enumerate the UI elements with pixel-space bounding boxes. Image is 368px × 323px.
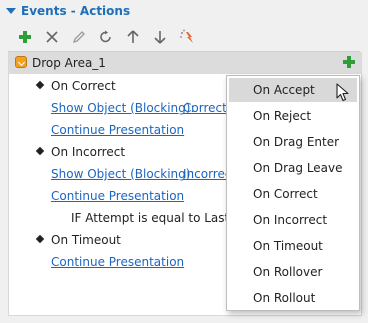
- panel-title: Events - Actions: [21, 4, 131, 18]
- menu-item-on-incorrect[interactable]: On Incorrect: [229, 208, 357, 232]
- panel-header[interactable]: Events - Actions: [0, 0, 368, 24]
- menu-item-label: On Correct: [253, 187, 318, 201]
- menu-item-label: On Incorrect: [253, 213, 328, 227]
- bullet-icon: [35, 146, 45, 156]
- drop-area-label: Drop Area_1: [32, 56, 106, 70]
- menu-item-on-drag-leave[interactable]: On Drag Leave: [229, 156, 357, 180]
- menu-item-label: On Drag Enter: [253, 135, 340, 149]
- continue-link[interactable]: Continue Presentation: [51, 123, 184, 137]
- add-icon[interactable]: [14, 26, 36, 48]
- event-label: On Incorrect: [51, 145, 126, 159]
- continue-link[interactable]: Continue Presentation: [51, 255, 184, 269]
- bullet-icon: [35, 234, 45, 244]
- add-event-icon[interactable]: [342, 55, 356, 72]
- actions-toolbar: [14, 26, 214, 48]
- collapse-caret-icon[interactable]: [6, 8, 16, 14]
- move-down-icon[interactable]: [149, 26, 171, 48]
- magic-icon[interactable]: [177, 26, 199, 48]
- menu-item-on-correct[interactable]: On Correct: [229, 182, 357, 206]
- events-actions-panel: Events - Actions Drop Area_1 On Correct …: [0, 0, 368, 323]
- menu-item-label: On Accept: [253, 83, 315, 97]
- target-link[interactable]: Correct: [183, 101, 227, 115]
- menu-item-label: On Rollout: [253, 291, 316, 305]
- event-context-menu: On Accept On Reject On Drag Enter On Dra…: [226, 75, 360, 311]
- mouse-cursor-icon: [336, 83, 350, 106]
- target-link[interactable]: Incorrec: [183, 167, 231, 181]
- delete-icon[interactable]: [41, 26, 63, 48]
- redo-icon[interactable]: [95, 26, 117, 48]
- event-label: On Correct: [51, 79, 116, 93]
- menu-item-label: On Timeout: [253, 239, 323, 253]
- bullet-icon: [35, 80, 45, 90]
- drop-area-row[interactable]: Drop Area_1: [9, 52, 361, 74]
- menu-item-on-rollover[interactable]: On Rollover: [229, 260, 357, 284]
- menu-item-on-timeout[interactable]: On Timeout: [229, 234, 357, 258]
- menu-item-label: On Reject: [253, 109, 312, 123]
- condition-label: IF Attempt is equal to Last: [71, 211, 230, 225]
- event-label: On Timeout: [51, 233, 121, 247]
- menu-item-on-reject[interactable]: On Reject: [229, 104, 357, 128]
- menu-item-on-rollout[interactable]: On Rollout: [229, 286, 357, 310]
- menu-item-label: On Rollover: [253, 265, 323, 279]
- drop-area-icon: [15, 56, 27, 68]
- edit-icon[interactable]: [68, 26, 90, 48]
- menu-item-on-drag-enter[interactable]: On Drag Enter: [229, 130, 357, 154]
- move-up-icon[interactable]: [122, 26, 144, 48]
- show-object-link[interactable]: Show Object (Blocking):: [51, 167, 195, 181]
- menu-item-label: On Drag Leave: [253, 161, 343, 175]
- show-object-link[interactable]: Show Object (Blocking):: [51, 101, 195, 115]
- continue-link[interactable]: Continue Presentation: [51, 189, 184, 203]
